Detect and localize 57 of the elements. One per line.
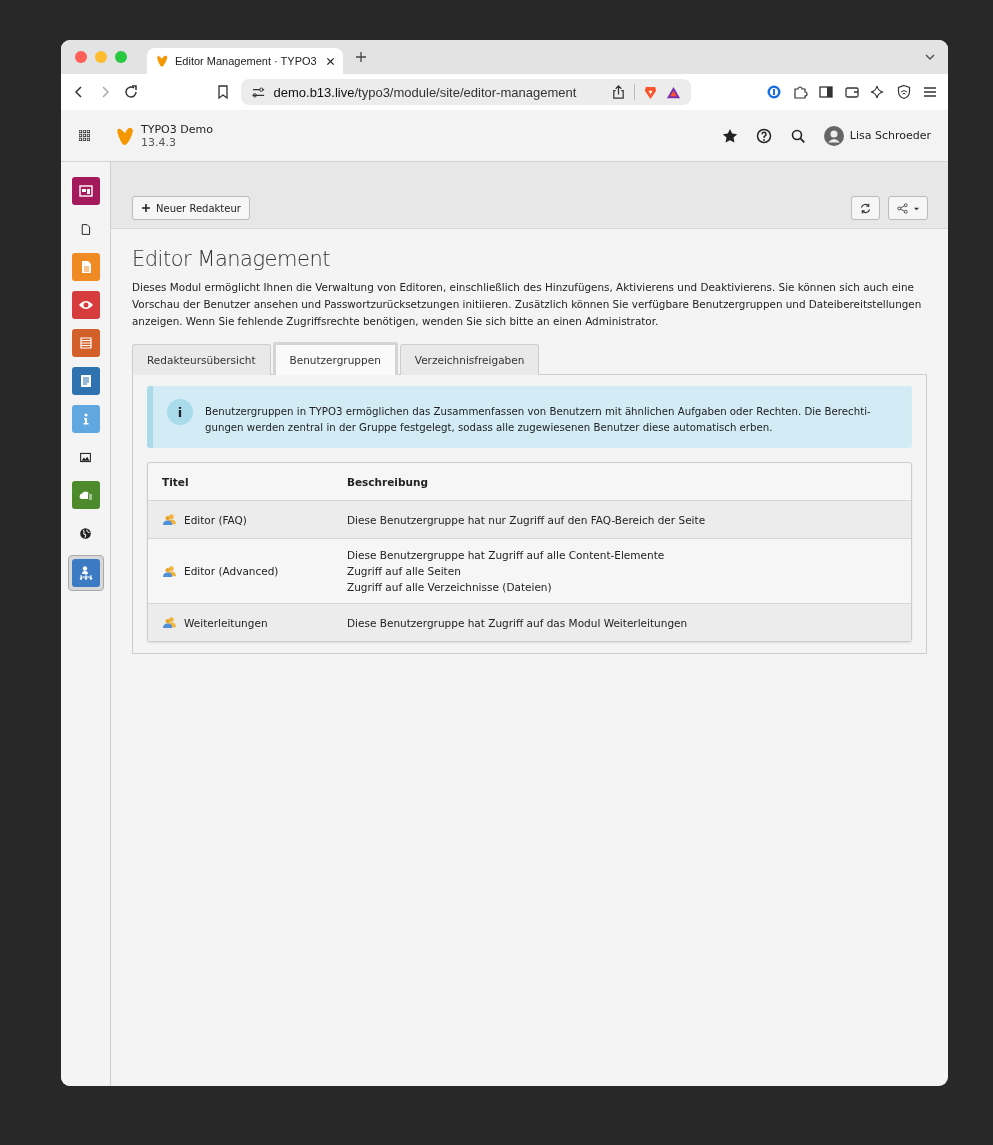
page-icon bbox=[79, 222, 92, 236]
globe-icon bbox=[79, 526, 92, 540]
page-title: Editor Management bbox=[132, 247, 331, 271]
star-icon[interactable] bbox=[721, 127, 738, 144]
user-group-icon bbox=[77, 565, 94, 581]
typo3-logo-icon bbox=[155, 54, 169, 68]
sidebar-icon[interactable] bbox=[818, 84, 834, 100]
group-description: Diese Benutzergruppe hat Zugriff auf das Modul Weiterleitungen bbox=[347, 615, 688, 631]
search-icon[interactable] bbox=[789, 127, 806, 144]
tab[interactable]: Verzeichnisfreigaben bbox=[399, 344, 540, 375]
tab[interactable]: Benutzergruppen bbox=[272, 342, 398, 375]
new-editor-button[interactable]: Neuer Redakteur bbox=[132, 196, 250, 220]
group-description: Zugriff auf alle Seiten bbox=[347, 564, 461, 579]
layout-icon bbox=[77, 183, 94, 199]
site-settings-icon[interactable] bbox=[250, 84, 266, 100]
group-description: Zugriff auf alle Verzeichnisse (Dateien) bbox=[347, 580, 552, 595]
plus-icon bbox=[141, 203, 151, 213]
address-bar[interactable]: demo.b13.live/typo3/module/site/editor-management bbox=[240, 79, 691, 105]
reload-button[interactable] bbox=[851, 196, 880, 220]
info-icon: i bbox=[167, 399, 193, 425]
menu-icon[interactable] bbox=[922, 84, 938, 100]
share-icon[interactable] bbox=[610, 84, 626, 100]
typo3-logo-icon bbox=[115, 125, 135, 146]
column-header: Beschreibung bbox=[346, 474, 429, 490]
shield-icon[interactable] bbox=[896, 84, 912, 100]
share-button[interactable] bbox=[888, 196, 928, 220]
password-key-icon[interactable] bbox=[766, 84, 782, 100]
version-number: 13.4.3 bbox=[141, 135, 177, 149]
site-name: TYPO3 Demo bbox=[141, 122, 213, 136]
group-title: Editor (Advanced) bbox=[184, 565, 279, 577]
avatar-icon bbox=[823, 125, 844, 146]
puzzle-icon[interactable] bbox=[792, 84, 808, 100]
browser-tab[interactable]: Editor Management · TYPO3 bbox=[147, 48, 343, 74]
user-group-icon bbox=[162, 616, 177, 629]
group-title: Weiterleitungen bbox=[184, 616, 268, 629]
reload-icon[interactable] bbox=[123, 84, 139, 100]
sparkle-icon[interactable] bbox=[870, 84, 886, 100]
image-icon bbox=[79, 450, 92, 464]
callout-text: Benutzergruppen in TYPO3 ermöglichen das Zusammenfassen von Benutzern mit ähnlichen Aufgaben oder Rechten. Die Berechti-gungen werden zentral in der Gruppe festgelegt, sodass alle zugewiesenen Benutzer diese automatisch erben. bbox=[205, 405, 872, 435]
wallet-icon[interactable] bbox=[844, 84, 860, 100]
triangle-icon[interactable] bbox=[665, 84, 681, 100]
tab[interactable]: Redakteursübersicht bbox=[132, 344, 271, 375]
column-header: Titel bbox=[161, 474, 190, 490]
intro-paragraph: Dieses Modul ermöglicht Ihnen die Verwaltung von Editoren, einschließlich des Hinzufügens, Aktivierens und Deaktivierens. Sie können sich auch eine Vorschau der Benutzer ansehen und Passwortzurücksetzungen initiieren. Zusätzlich können Sie verfügbare Benutzergruppen und Dateibereitstellungen anzeigen. Wenn Sie fehlende Zugriffsrechte benötigen, wenden Sie sich bitte an einen Administrator. bbox=[132, 280, 923, 329]
reload-icon bbox=[859, 201, 872, 215]
group-description: Diese Benutzergruppe hat Zugriff auf alle Content-Elemente bbox=[347, 548, 665, 563]
user-menu[interactable]: Lisa Schroeder bbox=[823, 125, 931, 146]
user-group-icon bbox=[162, 513, 177, 526]
user-group-icon bbox=[162, 564, 177, 578]
help-icon[interactable] bbox=[755, 127, 772, 144]
group-description: Diese Benutzergruppe hat nur Zugriff auf den FAQ-Bereich der Seite bbox=[347, 512, 706, 528]
app-grid-icon[interactable] bbox=[79, 129, 91, 142]
new-tab-icon[interactable] bbox=[355, 51, 367, 63]
close-tab-icon[interactable] bbox=[326, 56, 335, 66]
list-icon bbox=[77, 335, 94, 351]
share-icon bbox=[896, 201, 909, 215]
group-title: Editor (FAQ) bbox=[184, 513, 247, 526]
